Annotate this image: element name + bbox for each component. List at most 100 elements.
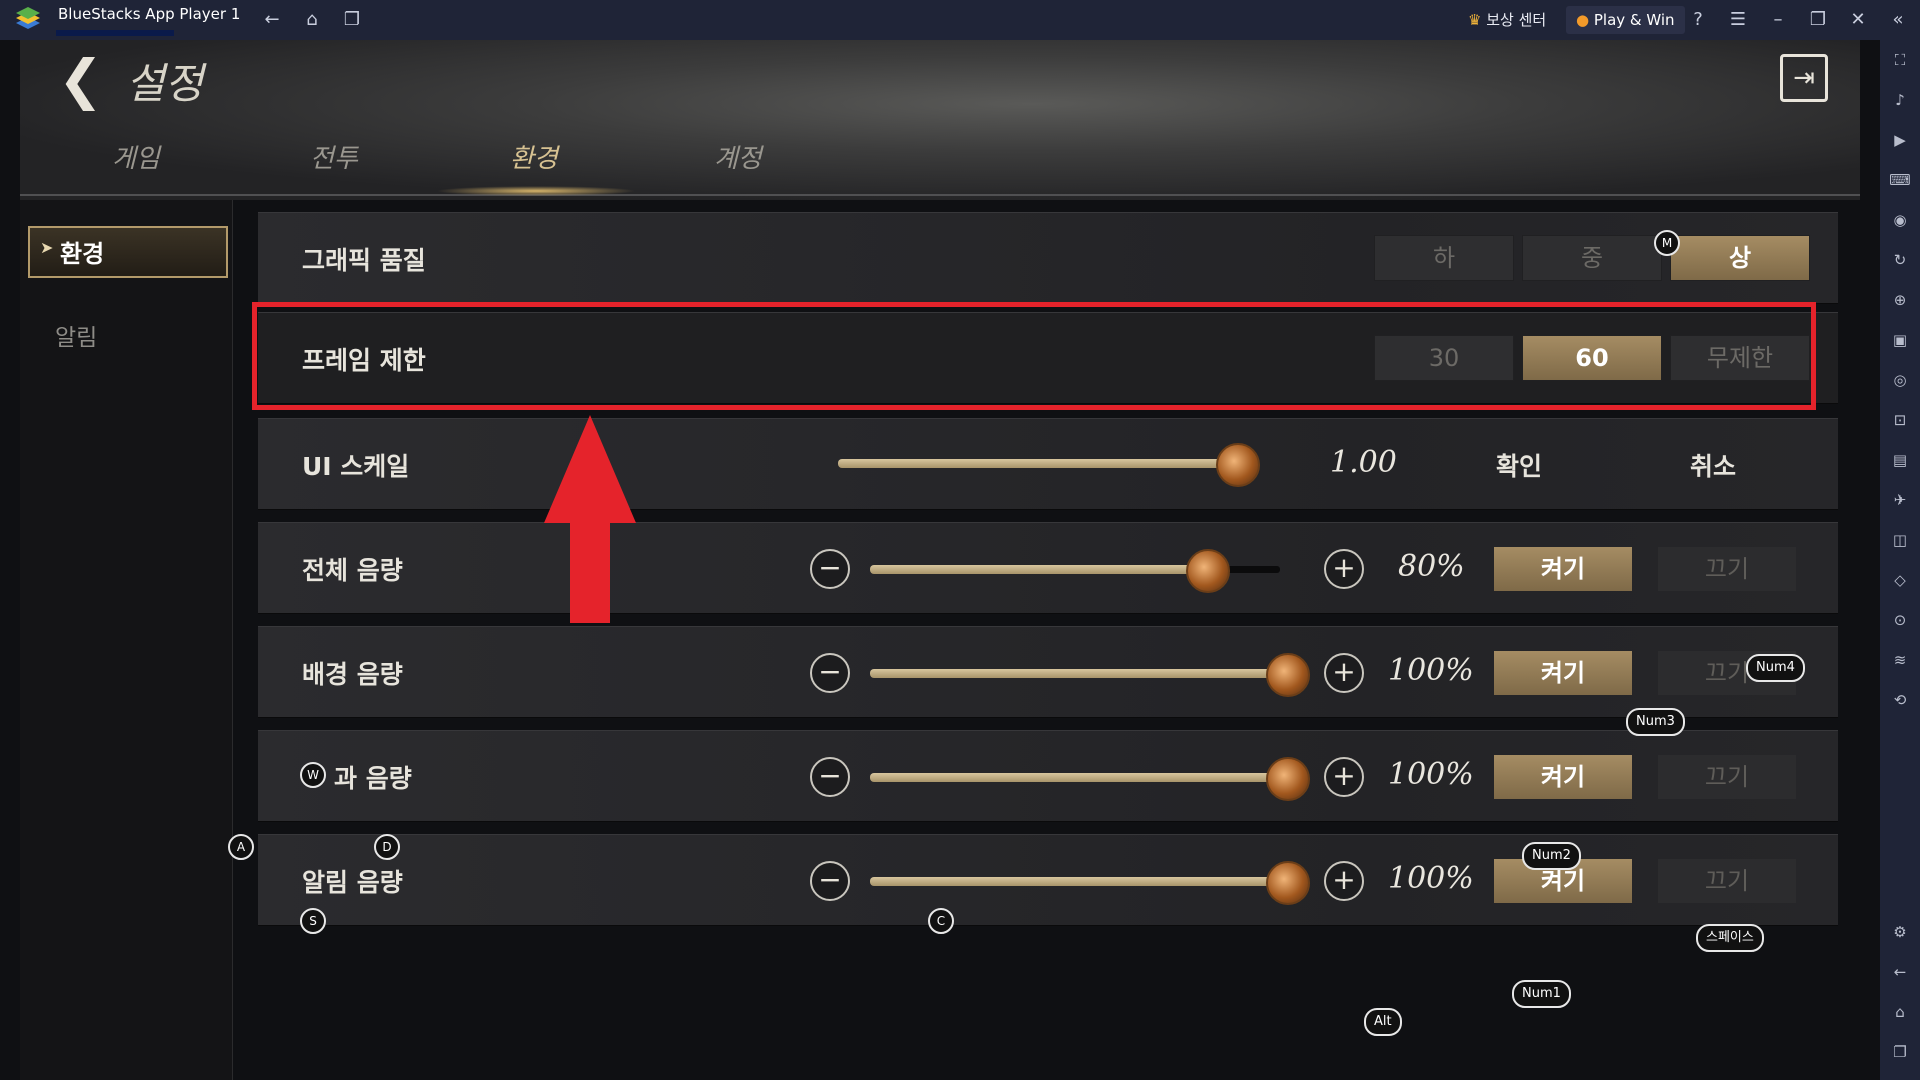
sfx-volume-minus-button[interactable]: −	[810, 757, 850, 797]
bg-volume-plus-button[interactable]: +	[1324, 653, 1364, 693]
right-toolbar: ⛶ ♪ ▶ ⌨ ◉ ↻ ⊕ ▣ ◎ ⊡ ▤ ✈ ◫ ◇ ⊙ ≋ ⟲ ⚙ ← ⌂ …	[1880, 40, 1920, 1080]
screenshot-icon[interactable]: ◎	[1888, 368, 1912, 392]
graphics-mid-button[interactable]: 중	[1522, 235, 1662, 281]
minimize-icon[interactable]: –	[1766, 8, 1790, 32]
master-volume-slider-fill[interactable]	[870, 565, 1198, 574]
coin-icon: ●	[1576, 11, 1590, 29]
sfx-volume-value: 100%	[1388, 757, 1474, 792]
alert-volume-slider-fill[interactable]	[870, 877, 1280, 886]
page-title: 설정	[126, 59, 204, 108]
active-tab-glow	[436, 186, 636, 196]
sfx-volume-plus-button[interactable]: +	[1324, 757, 1364, 797]
location-icon[interactable]: ⊙	[1888, 608, 1912, 632]
alert-volume-value: 100%	[1388, 861, 1474, 896]
keyboard-icon[interactable]: ⌨	[1888, 168, 1912, 192]
keymap-a-tag: A	[228, 834, 254, 860]
tab-game[interactable]: 게임	[112, 138, 160, 175]
keymap-c-tag: C	[928, 908, 954, 934]
master-volume-off-button[interactable]: 끄기	[1658, 547, 1796, 591]
reward-center-button[interactable]: ♛ 보상 센터	[1460, 6, 1554, 34]
eco-icon[interactable]: ◇	[1888, 568, 1912, 592]
master-volume-knob[interactable]	[1186, 549, 1230, 593]
master-volume-plus-button[interactable]: +	[1324, 549, 1364, 589]
master-volume-minus-button[interactable]: −	[810, 549, 850, 589]
alert-volume-minus-button[interactable]: −	[810, 861, 850, 901]
alert-volume-knob[interactable]	[1266, 861, 1310, 905]
master-volume-on-button[interactable]: 켜기	[1494, 547, 1632, 591]
gamepad-icon[interactable]: ⊕	[1888, 288, 1912, 312]
alert-volume-row: 알림 음량 − + 100% 켜기 끄기	[258, 834, 1838, 926]
menu-icon[interactable]: ☰	[1726, 8, 1750, 32]
fullscreen-icon[interactable]: ⛶	[1888, 48, 1912, 72]
ui-scale-confirm-button[interactable]: 확인	[1496, 447, 1542, 483]
exit-icon[interactable]: ⇥	[1780, 54, 1828, 102]
sfx-volume-on-button[interactable]: 켜기	[1494, 755, 1632, 799]
resize-icon[interactable]: ◫	[1888, 528, 1912, 552]
side-item-alerts[interactable]: 알림	[55, 318, 97, 352]
bg-volume-row: 배경 음량 − + 100% 켜기 끄기	[258, 626, 1838, 718]
app-title: BlueStacks App Player 1	[58, 5, 241, 23]
home-icon[interactable]: ⌂	[300, 8, 324, 32]
sfx-volume-slider-fill[interactable]	[870, 773, 1280, 782]
alert-volume-off-button[interactable]: 끄기	[1658, 859, 1796, 903]
record-icon[interactable]: ⊡	[1888, 408, 1912, 432]
apk-icon[interactable]: ▣	[1888, 328, 1912, 352]
keymap-s-tag: S	[300, 908, 326, 934]
keymap-num3-tag: Num3	[1626, 708, 1685, 736]
alert-volume-plus-button[interactable]: +	[1324, 861, 1364, 901]
title-underline	[56, 30, 174, 36]
recent-apps-icon[interactable]: ❐	[1888, 1040, 1912, 1064]
sync-icon[interactable]: ⟲	[1888, 688, 1912, 712]
rotate-icon[interactable]: ↻	[1888, 248, 1912, 272]
ui-scale-label: UI 스케일	[302, 452, 410, 481]
collapse-sidebar-icon[interactable]: «	[1886, 8, 1910, 32]
layers-icon[interactable]: ≋	[1888, 648, 1912, 672]
ui-scale-slider-track[interactable]	[838, 459, 1228, 468]
help-icon[interactable]: ?	[1686, 8, 1710, 32]
bg-volume-value: 100%	[1388, 653, 1474, 688]
macro-icon[interactable]: ◉	[1888, 208, 1912, 232]
keymap-alt-tag: Alt	[1364, 1008, 1402, 1036]
sidebar-back-icon[interactable]: ←	[1888, 960, 1912, 984]
red-arrow-icon	[544, 415, 636, 623]
multi-instance-icon[interactable]: ❐	[340, 8, 364, 32]
settings-side-menu: ➤ 환경 알림	[20, 200, 233, 1080]
play-win-button[interactable]: ● Play & Win	[1566, 6, 1685, 34]
keymap-w-tag: W	[300, 762, 326, 788]
side-item-environment[interactable]: ➤ 환경	[28, 226, 228, 278]
bg-volume-label: 배경 음량	[302, 660, 403, 689]
sidebar-home-icon[interactable]: ⌂	[1888, 1000, 1912, 1024]
settings-header	[20, 40, 1860, 200]
graphics-low-button[interactable]: 하	[1374, 235, 1514, 281]
bg-volume-slider-fill[interactable]	[870, 669, 1280, 678]
graphics-quality-row: 그래픽 품질 하 중 상	[258, 212, 1838, 304]
frame-limit-highlight-box	[252, 302, 1816, 410]
game-screen: ❮ 설정 ⇥ 게임 전투 환경 계정 ➤ 환경 알림 그래픽 품질 하 중 상 …	[0, 40, 1880, 1080]
tab-account[interactable]: 계정	[714, 138, 762, 175]
side-item-label: 환경	[60, 240, 105, 268]
bg-volume-knob[interactable]	[1266, 653, 1310, 697]
bg-volume-minus-button[interactable]: −	[810, 653, 850, 693]
game-back-icon[interactable]: ❮	[58, 48, 103, 111]
restore-icon[interactable]: ❐	[1806, 8, 1830, 32]
play-win-label: Play & Win	[1593, 11, 1675, 29]
sfx-volume-off-button[interactable]: 끄기	[1658, 755, 1796, 799]
ui-scale-cancel-button[interactable]: 취소	[1690, 447, 1736, 483]
keymap-num1-tag: Num1	[1512, 980, 1571, 1008]
media-icon[interactable]: ▶	[1888, 128, 1912, 152]
back-icon[interactable]: ←	[260, 8, 284, 32]
ui-scale-slider-knob[interactable]	[1216, 443, 1260, 487]
graphics-high-button[interactable]: 상	[1670, 235, 1810, 281]
tab-combat[interactable]: 전투	[310, 138, 358, 175]
keymap-num2-tag: Num2	[1522, 842, 1581, 870]
volume-icon[interactable]: ♪	[1888, 88, 1912, 112]
header-divider	[20, 194, 1860, 196]
tab-environment[interactable]: 환경	[510, 138, 558, 175]
bg-volume-on-button[interactable]: 켜기	[1494, 651, 1632, 695]
settings-icon[interactable]: ⚙	[1888, 920, 1912, 944]
gallery-icon[interactable]: ▤	[1888, 448, 1912, 472]
airplane-icon[interactable]: ✈	[1888, 488, 1912, 512]
sfx-volume-knob[interactable]	[1266, 757, 1310, 801]
keymap-d-tag: D	[374, 834, 400, 860]
close-icon[interactable]: ✕	[1846, 8, 1870, 32]
